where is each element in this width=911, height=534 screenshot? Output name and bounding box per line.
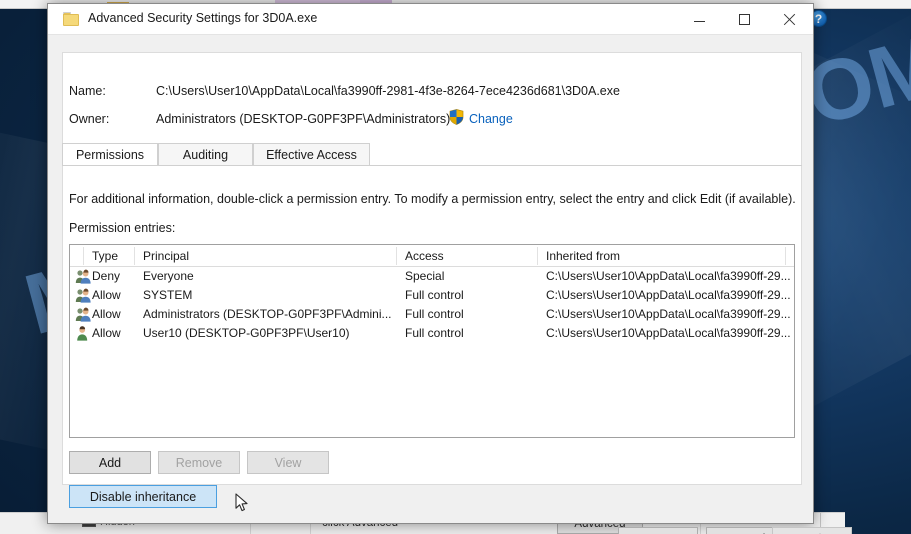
cell-type: Allow	[92, 288, 121, 302]
column-header-type[interactable]: Type	[92, 249, 118, 263]
user-icon	[75, 326, 91, 341]
disable-inheritance-button[interactable]: Disable inheritance	[69, 485, 217, 508]
cell-principal: Administrators (DESKTOP-G0PF3PF\Admini..…	[143, 307, 392, 321]
owner-value: Administrators (DESKTOP-G0PF3PF\Administ…	[156, 112, 451, 126]
cell-type: Allow	[92, 307, 121, 321]
tab-strip: Permissions Auditing Effective Access	[62, 143, 802, 166]
tab-underline	[62, 165, 802, 166]
dialog-titlebar[interactable]: Advanced Security Settings for 3D0A.exe	[48, 4, 813, 35]
cell-access: Special	[405, 269, 445, 283]
column-header-inherited[interactable]: Inherited from	[546, 249, 620, 263]
tab-auditing[interactable]: Auditing	[158, 143, 253, 166]
group-icon	[75, 288, 91, 303]
add-button[interactable]: Add	[69, 451, 151, 474]
mouse-cursor	[235, 493, 249, 513]
table-row[interactable]: Allow Administrators (DESKTOP-G0PF3PF\Ad…	[70, 305, 794, 324]
tab-permissions-label: Permissions	[75, 148, 145, 162]
cell-principal: Everyone	[143, 269, 194, 283]
screen: MYANTISPYWARE.COM ? Hidden click Advance…	[0, 0, 911, 534]
cell-access: Full control	[405, 326, 464, 340]
maximize-icon	[739, 13, 750, 25]
minimize-button[interactable]	[677, 4, 722, 34]
table-row[interactable]: Deny Everyone Special C:\Users\User10\Ap…	[70, 267, 794, 286]
column-separator[interactable]	[83, 247, 84, 265]
tab-effective-access[interactable]: Effective Access	[253, 143, 370, 166]
group-icon	[75, 269, 91, 284]
column-separator[interactable]	[785, 247, 786, 265]
group-icon	[75, 307, 91, 322]
cell-inherited: C:\Users\User10\AppData\Local\fa3990ff-2…	[546, 288, 791, 302]
cell-inherited: C:\Users\User10\AppData\Local\fa3990ff-2…	[546, 326, 791, 340]
close-button[interactable]	[767, 4, 812, 34]
tab-effective-access-label: Effective Access	[266, 148, 357, 162]
list-header: Type Principal Access Inherited from	[70, 245, 794, 267]
dialog-title: Advanced Security Settings for 3D0A.exe	[88, 11, 318, 25]
name-label: Name:	[69, 84, 106, 98]
uac-shield-icon	[449, 109, 464, 125]
cell-principal: SYSTEM	[143, 288, 193, 302]
dialog-body: Name: C:\Users\User10\AppData\Local\fa39…	[48, 35, 852, 534]
cell-type: Allow	[92, 326, 121, 340]
column-separator[interactable]	[396, 247, 397, 265]
maximize-button[interactable]	[722, 4, 767, 34]
name-value: C:\Users\User10\AppData\Local\fa3990ff-2…	[156, 84, 620, 98]
column-header-access[interactable]: Access	[405, 249, 444, 263]
minimize-icon	[694, 21, 705, 22]
cell-type: Deny	[92, 269, 121, 283]
table-row[interactable]: Allow User10 (DESKTOP-G0PF3PF\User10) Fu…	[70, 324, 794, 343]
list-rows: Deny Everyone Special C:\Users\User10\Ap…	[70, 267, 794, 343]
owner-label: Owner:	[69, 112, 110, 126]
tab-auditing-label: Auditing	[182, 148, 229, 162]
advanced-security-settings-dialog: Advanced Security Settings for 3D0A.exe …	[47, 3, 852, 534]
remove-button: Remove	[158, 451, 240, 474]
apply-button: Apply	[772, 527, 852, 534]
ok-button[interactable]: OK	[618, 527, 698, 534]
view-button: View	[247, 451, 329, 474]
column-separator[interactable]	[537, 247, 538, 265]
column-separator[interactable]	[134, 247, 135, 265]
change-owner-link[interactable]: Change	[469, 112, 513, 126]
close-icon	[783, 13, 796, 26]
cell-inherited: C:\Users\User10\AppData\Local\fa3990ff-2…	[546, 269, 791, 283]
description-text: For additional information, double-click…	[69, 192, 796, 206]
tab-permissions[interactable]: Permissions	[62, 143, 158, 166]
folder-icon	[63, 12, 80, 26]
cell-principal: User10 (DESKTOP-G0PF3PF\User10)	[143, 326, 350, 340]
column-header-principal[interactable]: Principal	[143, 249, 189, 263]
cell-access: Full control	[405, 288, 464, 302]
permission-entries-list[interactable]: Type Principal Access Inherited from Den…	[69, 244, 795, 438]
permission-entries-label: Permission entries:	[69, 221, 176, 235]
cell-access: Full control	[405, 307, 464, 321]
table-row[interactable]: Allow SYSTEM Full control C:\Users\User1…	[70, 286, 794, 305]
cell-inherited: C:\Users\User10\AppData\Local\fa3990ff-2…	[546, 307, 791, 321]
